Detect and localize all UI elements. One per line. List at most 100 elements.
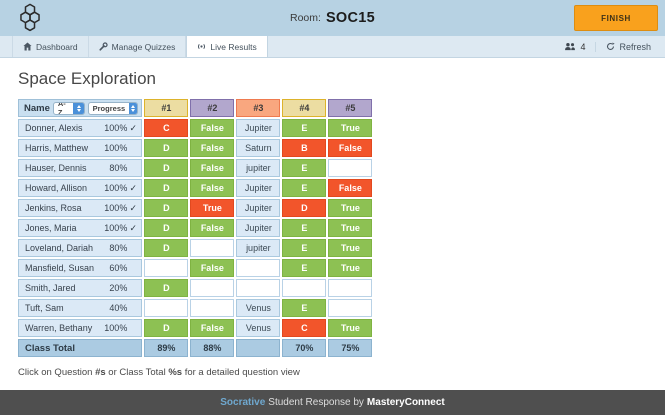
- question-header-1[interactable]: #1: [144, 99, 188, 117]
- answer-cell: True: [328, 119, 372, 137]
- question-header-2[interactable]: #2: [190, 99, 234, 117]
- progress-value: 80%: [109, 243, 127, 253]
- student-name: Mansfield, Susan: [25, 263, 94, 273]
- tab-label: Live Results: [210, 42, 256, 52]
- quiz-title: Space Exploration: [18, 69, 665, 89]
- answer-cell: [282, 279, 326, 297]
- student-name: Donner, Alexis: [25, 123, 83, 133]
- answer-cell: Saturn: [236, 139, 280, 157]
- answer-cell: Jupiter: [236, 179, 280, 197]
- student-cell: Howard, Allison100%✓: [18, 179, 142, 197]
- nav-bar: Dashboard Manage Quizzes Live Results: [0, 36, 665, 58]
- answer-cell: True: [328, 319, 372, 337]
- top-header-bar: Room: SOC15 FINISH: [0, 0, 665, 36]
- answer-cell: Jupiter: [236, 119, 280, 137]
- question-header-3[interactable]: #3: [236, 99, 280, 117]
- answer-cell: False: [190, 219, 234, 237]
- finish-button[interactable]: FINISH: [574, 5, 658, 31]
- table-row: Tuft, Sam40%VenusE: [18, 299, 372, 317]
- class-total-q2[interactable]: 88%: [190, 339, 234, 357]
- footer-owner: MasteryConnect: [367, 397, 445, 408]
- answer-cell: D: [144, 219, 188, 237]
- tab-label: Dashboard: [36, 42, 78, 52]
- tab-dashboard[interactable]: Dashboard: [12, 36, 89, 57]
- student-name: Jenkins, Rosa: [25, 203, 82, 213]
- nav-tabs: Dashboard Manage Quizzes Live Results: [12, 36, 268, 57]
- progress-value: 100%: [104, 183, 127, 193]
- answer-cell: False: [190, 139, 234, 157]
- answer-cell: [328, 279, 372, 297]
- answer-cell: C: [144, 119, 188, 137]
- room-indicator: Room: SOC15: [0, 0, 665, 36]
- users-icon: [564, 42, 576, 51]
- footer-brand-link[interactable]: Socrative: [220, 397, 265, 408]
- table-row: Howard, Allison100%✓DFalseJupiterEFalse: [18, 179, 372, 197]
- tab-label: Manage Quizzes: [112, 42, 176, 52]
- sort-progress-select[interactable]: Progress: [88, 102, 139, 115]
- answer-cell: [328, 159, 372, 177]
- class-total-q5[interactable]: 75%: [328, 339, 372, 357]
- class-total-row: Class Total 89% 88% 70% 75%: [18, 339, 372, 357]
- wrench-icon: [99, 42, 108, 51]
- class-total-label: Class Total: [18, 339, 142, 357]
- student-name: Howard, Allison: [25, 183, 87, 193]
- results-table: Name A-Z Progress #1 #2 #3 #4: [16, 97, 374, 359]
- tab-live-results[interactable]: Live Results: [186, 36, 267, 57]
- answer-cell: True: [328, 239, 372, 257]
- tab-manage-quizzes[interactable]: Manage Quizzes: [89, 36, 187, 57]
- student-name: Tuft, Sam: [25, 303, 64, 313]
- answer-cell: True: [328, 219, 372, 237]
- question-header-5[interactable]: #5: [328, 99, 372, 117]
- answer-cell: Jupiter: [236, 199, 280, 217]
- answer-cell: True: [328, 199, 372, 217]
- student-cell: Hauser, Dennis80%: [18, 159, 142, 177]
- table-row: Donner, Alexis100%✓CFalseJupiterETrue: [18, 119, 372, 137]
- student-count: 4: [554, 42, 595, 52]
- progress-value: 100%: [104, 323, 127, 333]
- answer-cell: E: [282, 159, 326, 177]
- name-column-header: Name A-Z Progress: [18, 99, 142, 117]
- student-name: Hauser, Dennis: [25, 163, 87, 173]
- answer-cell: D: [144, 279, 188, 297]
- answer-cell: [328, 299, 372, 317]
- class-total-q3[interactable]: [236, 339, 280, 357]
- answer-cell: D: [144, 239, 188, 257]
- name-header-label: Name: [24, 103, 50, 114]
- refresh-button[interactable]: Refresh: [595, 42, 655, 52]
- refresh-icon: [606, 42, 615, 51]
- main-content: Space Exploration Name A-Z Progress: [0, 58, 665, 378]
- class-total-q4[interactable]: 70%: [282, 339, 326, 357]
- student-cell: Jenkins, Rosa100%✓: [18, 199, 142, 217]
- answer-cell: False: [328, 179, 372, 197]
- progress-value: 100%: [104, 123, 127, 133]
- room-label: Room:: [290, 12, 321, 24]
- student-cell: Loveland, Dariah 80%: [18, 239, 142, 257]
- answer-cell: False: [328, 139, 372, 157]
- answer-cell: B: [282, 139, 326, 157]
- answer-cell: [236, 279, 280, 297]
- table-row: Warren, Bethany100%DFalseVenusCTrue: [18, 319, 372, 337]
- table-row: Loveland, Dariah80%DjupiterETrue: [18, 239, 372, 257]
- answer-cell: E: [282, 179, 326, 197]
- table-row: Mansfield, Susan60%FalseETrue: [18, 259, 372, 277]
- student-name: Harris, Matthew: [25, 143, 88, 153]
- results-body: Donner, Alexis100%✓CFalseJupiterETrueHar…: [18, 119, 372, 337]
- student-name: Loveland, Dariah: [25, 243, 93, 253]
- answer-cell: jupiter: [236, 239, 280, 257]
- student-cell: Mansfield, Susan60%: [18, 259, 142, 277]
- student-cell: Warren, Bethany 100%: [18, 319, 142, 337]
- answer-cell: True: [328, 259, 372, 277]
- answer-cell: D: [144, 179, 188, 197]
- answer-cell: C: [282, 319, 326, 337]
- question-header-4[interactable]: #4: [282, 99, 326, 117]
- progress-value: 100%: [104, 143, 127, 153]
- answer-cell: E: [282, 219, 326, 237]
- sort-alpha-select[interactable]: A-Z: [53, 102, 85, 115]
- class-total-q1[interactable]: 89%: [144, 339, 188, 357]
- progress-value: 40%: [109, 303, 127, 313]
- answer-cell: [190, 279, 234, 297]
- footer-text: Student Response by: [268, 397, 364, 408]
- student-name: Warren, Bethany: [25, 323, 92, 333]
- table-row: Smith, Jared20%D: [18, 279, 372, 297]
- answer-cell: Venus: [236, 319, 280, 337]
